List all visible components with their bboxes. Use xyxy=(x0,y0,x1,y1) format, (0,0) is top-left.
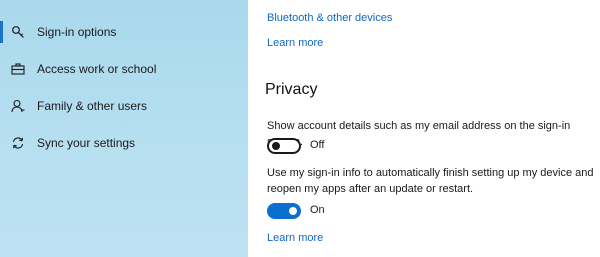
sidebar-item-access-work-or-school[interactable]: Access work or school xyxy=(0,54,248,84)
main-content: Bluetooth & other devices Learn more Pri… xyxy=(248,0,600,257)
sidebar-item-sync-your-settings[interactable]: Sync your settings xyxy=(0,128,248,158)
use-sign-in-info-toggle[interactable] xyxy=(267,203,301,219)
bluetooth-devices-link[interactable]: Bluetooth & other devices xyxy=(267,12,392,24)
learn-more-link-bottom[interactable]: Learn more xyxy=(267,232,323,244)
show-account-details-toggle[interactable] xyxy=(267,138,301,154)
sidebar-item-family-other-users[interactable]: Family & other users xyxy=(0,91,248,121)
sidebar-item-label: Access work or school xyxy=(37,62,157,76)
toggle-knob xyxy=(289,207,297,215)
sidebar-item-label: Family & other users xyxy=(37,99,148,113)
sidebar: Sign-in options Access work or school Fa… xyxy=(0,0,248,257)
key-icon xyxy=(11,25,25,39)
sidebar-item-label: Sync your settings xyxy=(37,136,136,150)
toggle-state-label: Off xyxy=(310,139,325,151)
sidebar-item-label: Sign-in options xyxy=(37,25,117,39)
person-icon xyxy=(11,99,25,113)
privacy-heading: Privacy xyxy=(265,81,318,98)
briefcase-icon xyxy=(11,62,25,76)
use-sign-in-info-description-line1: Use my sign-in info to automatically fin… xyxy=(267,167,594,179)
sync-icon xyxy=(11,136,25,150)
toggle-knob xyxy=(272,142,280,150)
sidebar-item-sign-in-options[interactable]: Sign-in options xyxy=(0,17,248,47)
learn-more-link-top[interactable]: Learn more xyxy=(267,37,323,49)
toggle-state-label: On xyxy=(310,204,325,216)
use-sign-in-info-description-line2: reopen my apps after an update or restar… xyxy=(267,183,474,195)
